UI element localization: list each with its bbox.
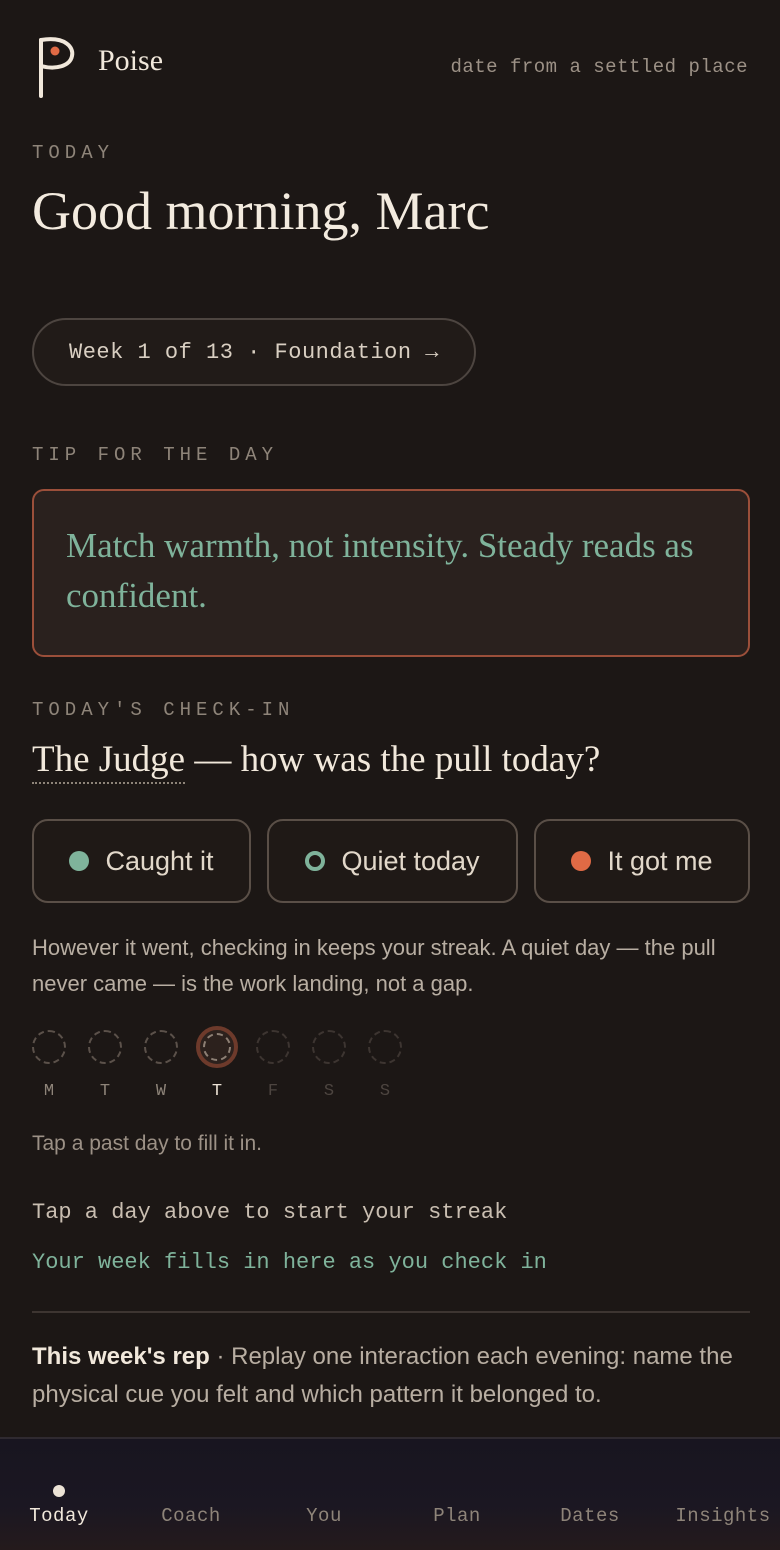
streak-prompt: Tap a day above to start your streak <box>32 1200 508 1225</box>
week-progress-button[interactable]: Week 1 of 13 · Foundation → <box>32 318 476 386</box>
green-dot-icon <box>69 851 90 871</box>
day-letter: T <box>211 1082 223 1101</box>
day-sunday: S <box>368 1030 402 1101</box>
quiet-today-button[interactable]: Quiet today <box>267 819 518 903</box>
day-letter: S <box>379 1082 391 1101</box>
choice-label: Caught it <box>105 845 214 876</box>
today-eyebrow: TODAY <box>32 142 115 164</box>
checkin-eyebrow: TODAY'S CHECK-IN <box>32 699 295 721</box>
day-circle-today[interactable] <box>196 1026 238 1068</box>
day-monday[interactable]: M <box>32 1030 66 1101</box>
day-thursday-today[interactable]: T <box>196 1026 238 1101</box>
tagline: date from a settled place <box>450 56 748 78</box>
pattern-name-link[interactable]: The Judge <box>32 739 186 784</box>
day-letter: T <box>99 1082 111 1101</box>
nav-dates[interactable]: Dates <box>535 1505 645 1527</box>
day-circle[interactable] <box>32 1030 66 1064</box>
nav-insights[interactable]: Insights <box>668 1505 778 1527</box>
day-letter: W <box>155 1082 167 1101</box>
tip-text: Match warmth, not intensity. Steady read… <box>66 526 694 615</box>
tip-card: Match warmth, not intensity. Steady read… <box>32 489 750 657</box>
poise-logo-icon <box>39 37 75 98</box>
day-circle[interactable] <box>88 1030 122 1064</box>
checkin-question: The Judge — how was the pull today? <box>32 738 601 784</box>
choice-label: It got me <box>607 845 713 876</box>
day-circle <box>256 1030 290 1064</box>
nav-plan[interactable]: Plan <box>402 1505 512 1527</box>
choice-label: Quiet today <box>341 845 480 876</box>
day-letter: S <box>323 1082 335 1101</box>
app-header: Poise date from a settled place <box>0 0 780 130</box>
tap-hint: Tap a past day to fill it in. <box>32 1132 262 1155</box>
day-wednesday[interactable]: W <box>144 1030 178 1101</box>
it-got-me-button[interactable]: It got me <box>534 819 750 903</box>
nav-you[interactable]: You <box>269 1505 379 1527</box>
brand-name: Poise <box>98 44 164 77</box>
day-circle[interactable] <box>144 1030 178 1064</box>
weekly-rep: This week's rep · Replay one interaction… <box>32 1338 742 1414</box>
rep-label: This week's rep <box>32 1343 210 1370</box>
day-circle <box>368 1030 402 1064</box>
active-indicator-icon <box>53 1485 65 1497</box>
nav-coach[interactable]: Coach <box>136 1505 246 1527</box>
day-tuesday[interactable]: T <box>88 1030 122 1101</box>
caught-it-button[interactable]: Caught it <box>32 819 251 903</box>
day-circle <box>312 1030 346 1064</box>
day-letter: M <box>43 1082 55 1101</box>
nav-today[interactable]: Today <box>4 1505 114 1527</box>
tip-eyebrow: TIP FOR THE DAY <box>32 444 279 466</box>
question-text: — how was the pull today? <box>185 739 601 780</box>
streak-subtext: Your week fills in here as you check in <box>32 1250 547 1275</box>
divider <box>32 1311 750 1313</box>
green-ring-icon <box>305 851 326 871</box>
bottom-nav: Today Coach You Plan Dates Insights <box>0 1437 780 1550</box>
checkin-note: However it went, checking in keeps your … <box>32 935 716 996</box>
day-friday: F <box>256 1030 290 1101</box>
greeting-title: Good morning, Marc <box>32 181 490 241</box>
day-letter: F <box>267 1082 279 1101</box>
orange-dot-icon <box>571 851 592 871</box>
day-saturday: S <box>312 1030 346 1101</box>
